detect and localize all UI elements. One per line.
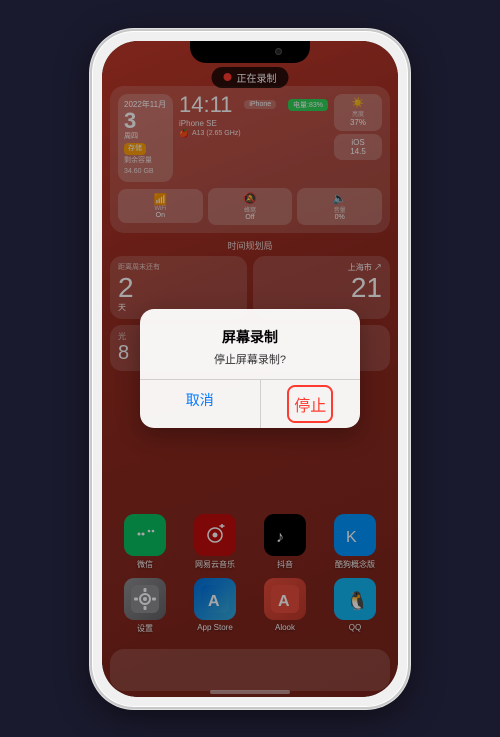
front-camera bbox=[275, 48, 282, 55]
dialog-buttons: 取消 停止 bbox=[140, 379, 360, 428]
stop-recording-dialog: 屏幕录制 停止屏幕录制? 取消 停止 bbox=[140, 309, 360, 428]
mute-button[interactable] bbox=[90, 131, 92, 159]
power-button[interactable] bbox=[408, 151, 410, 199]
stop-button[interactable]: 停止 bbox=[287, 385, 333, 423]
volume-down-button[interactable] bbox=[90, 225, 92, 267]
screen: 正在录制 2022年11月 3 周四 存储 剩余容量 34.60 GB bbox=[102, 41, 398, 697]
cancel-button[interactable]: 取消 bbox=[140, 380, 261, 428]
volume-up-button[interactable] bbox=[90, 171, 92, 213]
dialog-content: 屏幕录制 停止屏幕录制? bbox=[140, 309, 360, 379]
dialog-title: 屏幕录制 bbox=[156, 327, 344, 347]
phone-inner: 正在录制 2022年11月 3 周四 存储 剩余容量 34.60 GB bbox=[102, 41, 398, 697]
dialog-overlay: 屏幕录制 停止屏幕录制? 取消 停止 bbox=[102, 41, 398, 697]
stop-button-wrap: 停止 bbox=[261, 380, 361, 428]
phone-frame: 正在录制 2022年11月 3 周四 存储 剩余容量 34.60 GB bbox=[90, 29, 410, 709]
notch bbox=[190, 41, 310, 63]
dialog-message: 停止屏幕录制? bbox=[156, 351, 344, 367]
